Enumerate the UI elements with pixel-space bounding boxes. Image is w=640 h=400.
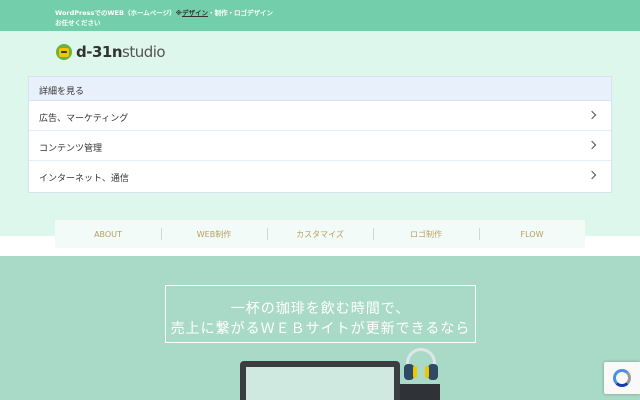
details-item-label: コンテンツ管理 xyxy=(39,144,103,154)
site-tagline: WordPressでのWEB（ホームページ）※デザイン・制作・ロゴデザインお任せ… xyxy=(55,8,275,28)
details-heading[interactable]: 詳細を見る xyxy=(29,77,611,101)
tagline-design-link[interactable]: デザイン xyxy=(182,9,208,17)
details-item-label: インターネット、通信 xyxy=(39,174,129,184)
recaptcha-badge[interactable] xyxy=(604,362,640,394)
logo-text: d-31nstudio xyxy=(76,43,166,61)
headphones-pad-right xyxy=(425,366,429,378)
top-bar: WordPressでのWEB（ホームページ）※デザイン・制作・ロゴデザインお任せ… xyxy=(0,0,640,31)
details-panel: 詳細を見る 広告、マーケティング コンテンツ管理 インターネット、通信 xyxy=(28,76,612,193)
hero-section: 一杯の珈琲を飲む時間で、 売上に繋がるＷＥＢサイトが更新できるなら xyxy=(0,256,640,400)
recaptcha-icon xyxy=(613,369,631,387)
nav-item-customize[interactable]: カスタマイズ xyxy=(267,220,373,248)
site-logo[interactable]: d-31nstudio xyxy=(56,43,166,61)
main-nav: ABOUT WEB制作 カスタマイズ ロゴ制作 FLOW xyxy=(55,220,585,248)
hero-line-2: 売上に繋がるＷＥＢサイトが更新できるなら xyxy=(170,321,471,337)
headphones-pad-left xyxy=(413,366,417,378)
details-item-label: 広告、マーケティング xyxy=(39,114,129,124)
details-item-internet[interactable]: インターネット、通信 xyxy=(29,161,611,191)
desk-item-illustration xyxy=(400,384,440,400)
nav-item-logo[interactable]: ロゴ制作 xyxy=(373,220,479,248)
logo-text-bold: d-31n xyxy=(76,43,123,61)
headphones-icon xyxy=(404,348,438,384)
chevron-right-icon xyxy=(587,110,597,120)
details-item-advertising[interactable]: 広告、マーケティング xyxy=(29,101,611,131)
monitor-illustration xyxy=(240,361,400,400)
chevron-right-icon xyxy=(587,140,597,150)
tagline-prefix: WordPressでのWEB（ホームページ） xyxy=(55,9,176,17)
headphones-ear-right xyxy=(428,364,438,380)
nav-item-web[interactable]: WEB制作 xyxy=(161,220,267,248)
chevron-right-icon xyxy=(587,170,597,180)
hero-line-1: 一杯の珈琲を飲む時間で、 xyxy=(230,301,411,317)
nav-item-about[interactable]: ABOUT xyxy=(55,220,161,248)
nav-item-flow[interactable]: FLOW xyxy=(479,220,585,248)
hero-caption-box: 一杯の珈琲を飲む時間で、 売上に繋がるＷＥＢサイトが更新できるなら xyxy=(165,285,476,343)
studio-logo-icon xyxy=(56,44,72,60)
details-item-content-management[interactable]: コンテンツ管理 xyxy=(29,131,611,161)
logo-text-light: studio xyxy=(122,43,166,61)
